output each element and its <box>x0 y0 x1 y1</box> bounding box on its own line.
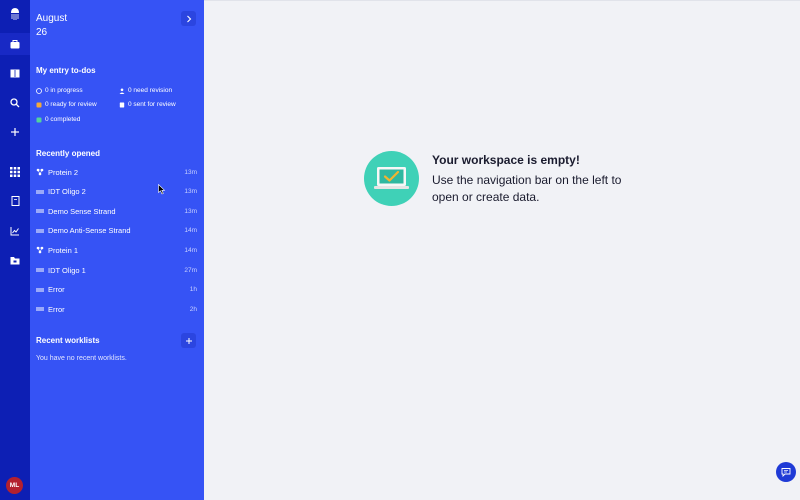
document-icon[interactable] <box>0 192 30 210</box>
recent-item-time: 13m <box>184 168 197 176</box>
recent-item[interactable]: IDT Oligo 1 27m <box>36 264 197 276</box>
avatar[interactable]: ML <box>6 477 23 494</box>
recent-item-time: 13m <box>184 207 197 215</box>
next-button[interactable] <box>181 11 196 26</box>
recent-item-name: IDT Oligo 1 <box>48 265 86 275</box>
completed-icon <box>36 117 42 122</box>
todo-completed[interactable]: 0 completed <box>36 116 80 123</box>
date-day: 26 <box>36 27 48 38</box>
empty-workspace-subtitle-line-1: Use the navigation bar on the left to <box>432 173 622 187</box>
folder-icon[interactable] <box>0 251 30 269</box>
recent-item[interactable]: Protein 1 14m <box>36 244 197 256</box>
todo-in-progress[interactable]: 0 in progress <box>36 87 83 94</box>
recent-item-name: Protein 2 <box>48 167 79 177</box>
sequence-icon <box>36 188 44 196</box>
recent-title: Recently opened <box>36 149 101 158</box>
recent-item-name: Error <box>48 304 65 314</box>
person-icon <box>119 88 125 94</box>
worklists-title: Recent worklists <box>36 336 100 345</box>
date-month: August <box>36 13 68 24</box>
chevron-right-icon <box>186 15 191 22</box>
recent-item-time: 27m <box>184 266 197 274</box>
recent-item-time: 2h <box>189 305 197 313</box>
search-icon[interactable] <box>0 94 30 112</box>
review-icon <box>36 102 42 107</box>
todo-need-revision[interactable]: 0 need revision <box>119 87 172 94</box>
todo-label: 0 completed <box>45 116 81 123</box>
sequence-icon <box>36 227 44 235</box>
mouse-cursor-icon <box>158 184 166 195</box>
todo-label: 0 need revision <box>128 87 173 94</box>
chart-icon[interactable] <box>0 222 30 240</box>
recent-item[interactable]: Demo Anti-Sense Strand 14m <box>36 225 197 237</box>
protein-icon <box>36 168 44 176</box>
recent-item-time: 14m <box>184 227 197 235</box>
todo-label: 0 in progress <box>45 87 83 94</box>
todos-title: My entry to-dos <box>36 66 96 75</box>
clock-icon <box>36 87 42 94</box>
recent-item-name: Demo Anti-Sense Strand <box>48 226 131 236</box>
empty-workspace-subtitle-line-2: open or create data. <box>432 190 540 204</box>
plus-icon[interactable] <box>0 123 30 141</box>
todo-sent-for-review[interactable]: 0 sent for review <box>119 101 176 108</box>
chat-button[interactable] <box>776 462 796 482</box>
todo-ready-for-review[interactable]: 0 ready for review <box>36 101 97 108</box>
grid-icon[interactable] <box>0 163 30 181</box>
recent-item[interactable]: Error 1h <box>36 284 197 296</box>
recent-item-name: Protein 1 <box>48 245 79 255</box>
briefcase-icon[interactable] <box>0 35 30 53</box>
workspace: Your workspace is empty! Use the navigat… <box>204 0 800 500</box>
protein-icon <box>36 246 44 254</box>
sequence-icon <box>36 266 44 274</box>
home-panel: August 26 My entry to-dos 0 in progress … <box>30 0 204 500</box>
clipboard-icon <box>119 102 125 107</box>
chat-icon <box>781 468 791 477</box>
recent-item-time: 13m <box>184 188 197 196</box>
empty-workspace-title: Your workspace is empty! <box>432 153 580 167</box>
sequence-icon <box>36 305 44 313</box>
add-worklist-button[interactable] <box>181 333 196 348</box>
jellyfish-logo-icon[interactable] <box>0 5 30 23</box>
nav-rail: ML <box>0 0 30 500</box>
sequence-icon <box>36 286 44 294</box>
sequence-icon <box>36 207 44 215</box>
recent-item[interactable]: Demo Sense Strand 13m <box>36 205 197 217</box>
recent-item[interactable]: Protein 2 13m <box>36 166 197 178</box>
recent-item[interactable]: IDT Oligo 2 13m <box>36 186 197 198</box>
todo-label: 0 sent for review <box>128 101 176 108</box>
worklists-empty-message: You have no recent worklists. <box>36 355 127 362</box>
notebook-icon[interactable] <box>0 64 30 82</box>
recent-item-name: Demo Sense Strand <box>48 206 116 216</box>
recent-item-name: Error <box>48 285 65 295</box>
laptop-check-icon <box>364 151 419 206</box>
recent-item-time: 1h <box>189 286 197 294</box>
recent-item-time: 14m <box>184 246 197 254</box>
plus-icon <box>185 337 192 344</box>
todo-label: 0 ready for review <box>45 101 97 108</box>
recent-item[interactable]: Error 2h <box>36 303 197 315</box>
